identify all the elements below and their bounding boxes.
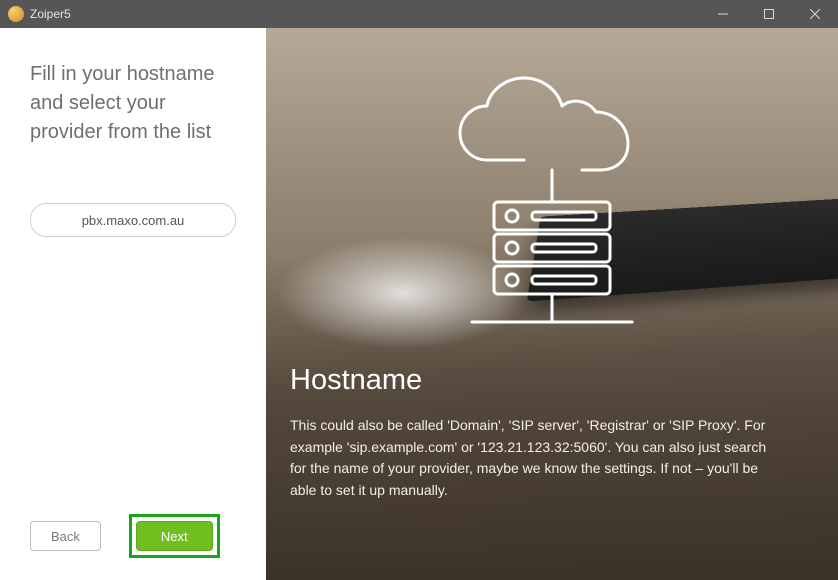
cloud-server-icon	[432, 70, 672, 340]
page-heading: Fill in your hostname and select your pr…	[30, 60, 236, 147]
right-pane: Hostname This could also be called 'Doma…	[266, 28, 838, 580]
info-title: Hostname	[290, 364, 814, 397]
info-body: This could also be called 'Domain', 'SIP…	[290, 415, 770, 502]
hostname-input[interactable]	[30, 203, 236, 237]
next-button[interactable]: Next	[136, 521, 213, 551]
window-title: Zoiper5	[30, 7, 71, 21]
next-button-highlight: Next	[129, 514, 220, 558]
back-button[interactable]: Back	[30, 521, 101, 551]
close-button[interactable]	[792, 0, 838, 28]
left-pane: Fill in your hostname and select your pr…	[0, 28, 266, 580]
app-icon	[8, 6, 24, 22]
minimize-button[interactable]	[700, 0, 746, 28]
maximize-button[interactable]	[746, 0, 792, 28]
titlebar: Zoiper5	[0, 0, 838, 28]
